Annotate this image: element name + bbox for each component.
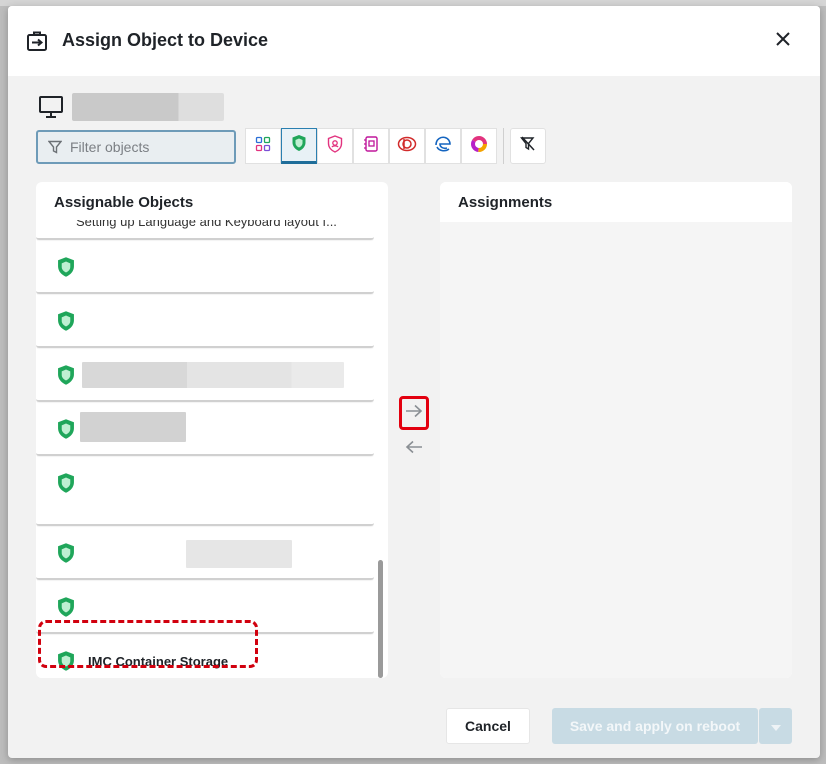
security-shield-icon: [56, 256, 76, 278]
redacted-label: [186, 540, 292, 568]
assignable-objects-list[interactable]: Setting up Language and Keyboard layout …: [36, 220, 374, 678]
security-shield-icon: [56, 472, 76, 494]
assignable-objects-title: Assignable Objects: [54, 194, 194, 211]
filter-field[interactable]: [36, 130, 236, 164]
policy-badge-icon: [327, 134, 343, 158]
unassign-button[interactable]: [401, 436, 427, 462]
assignments-panel: Assignments: [440, 182, 792, 678]
office-icon: [397, 136, 417, 157]
arrow-left-icon: [405, 440, 423, 459]
device-name-redacted: [72, 93, 224, 121]
filter-office-button[interactable]: [389, 128, 425, 164]
dialog-header: Assign Object to Device: [8, 6, 820, 76]
caret-down-icon: [770, 718, 781, 734]
list-item[interactable]: [36, 404, 374, 456]
list-item[interactable]: [36, 242, 374, 294]
assignable-objects-panel: Assignable Objects Setting up Language a…: [36, 182, 388, 678]
arrow-right-icon: [405, 404, 423, 423]
filter-app-package-button[interactable]: [353, 128, 389, 164]
clear-filters-button[interactable]: [510, 128, 546, 164]
close-icon: [775, 31, 791, 52]
redacted-label: [82, 362, 344, 388]
object-type-filters: [245, 128, 546, 164]
list-item-imc-container-storage[interactable]: IMC Container Storage: [36, 636, 374, 678]
list-item-label: Setting up Language and Keyboard layout …: [76, 220, 337, 229]
security-shield-icon: [56, 364, 76, 386]
list-item[interactable]: [36, 296, 374, 348]
filter-all-objects-button[interactable]: [245, 128, 281, 164]
assign-to-device-icon: [26, 30, 48, 52]
ring-chart-icon: [470, 135, 488, 158]
close-button[interactable]: [772, 30, 794, 52]
cancel-button[interactable]: Cancel: [446, 708, 530, 744]
filter-security-button[interactable]: [281, 128, 317, 164]
list-item[interactable]: [36, 582, 374, 634]
security-shield-icon: [56, 650, 76, 672]
filter-browser-button[interactable]: [425, 128, 461, 164]
security-shield-icon: [56, 310, 76, 332]
app-package-icon: [363, 135, 379, 158]
list-scrollbar-thumb[interactable]: [378, 560, 383, 678]
save-options-dropdown[interactable]: [759, 708, 792, 744]
security-shield-icon: [56, 542, 76, 564]
funnel-icon: [47, 140, 63, 154]
security-shield-icon: [56, 418, 76, 440]
list-item[interactable]: [36, 458, 374, 526]
list-item[interactable]: Setting up Language and Keyboard layout …: [36, 220, 374, 240]
redacted-label: [80, 412, 186, 442]
filter-ring-button[interactable]: [461, 128, 497, 164]
assignments-title: Assignments: [458, 194, 553, 211]
filter-policy-button[interactable]: [317, 128, 353, 164]
security-shield-icon: [56, 596, 76, 618]
filter-separator: [503, 128, 504, 164]
assign-button[interactable]: [399, 396, 429, 430]
filter-objects-input[interactable]: [70, 139, 230, 155]
all-objects-icon: [255, 136, 271, 157]
assignments-list[interactable]: [440, 222, 792, 678]
save-and-apply-button[interactable]: Save and apply on reboot: [552, 708, 758, 744]
security-shield-icon: [291, 134, 307, 157]
list-item[interactable]: [36, 528, 374, 580]
assign-object-dialog: Assign Object to Device Filter objects A…: [8, 6, 820, 758]
list-item[interactable]: [36, 350, 374, 402]
dialog-title: Assign Object to Device: [62, 30, 269, 50]
assignments-header: Assignments: [440, 182, 792, 222]
clear-filter-icon: [520, 135, 536, 157]
monitor-icon: [38, 94, 64, 120]
list-item-label: IMC Container Storage: [88, 654, 229, 669]
edge-browser-icon: [434, 135, 452, 158]
device-row: [38, 92, 224, 122]
